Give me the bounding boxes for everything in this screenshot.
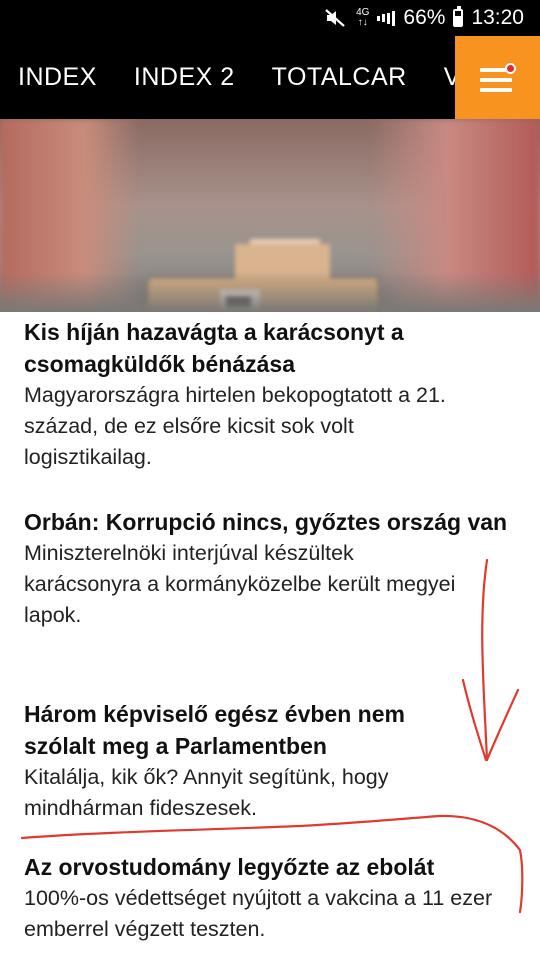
hero-image[interactable] <box>0 119 540 312</box>
red-arrow-head-left <box>461 678 488 762</box>
tab-totalcar[interactable]: TOTALCAR <box>272 63 407 92</box>
article-title[interactable]: Három képviselő egész évben nem szólalt … <box>24 698 454 762</box>
top-navigation: INDEX INDEX 2 TOTALCAR V <box>0 36 540 119</box>
signal-icon <box>377 10 396 26</box>
tab-index-2[interactable]: INDEX 2 <box>134 63 235 92</box>
clock: 13:20 <box>471 6 524 29</box>
article-lead: 100%-os védettséget nyújtott a vakcina a… <box>24 886 493 941</box>
mute-icon <box>324 8 346 28</box>
article-lead: Miniszterelnöki interjúval készültek kar… <box>24 541 456 627</box>
article-item[interactable]: Orbán: Korrupció nincs, győztes ország v… <box>24 506 507 631</box>
article-item[interactable]: Az orvostudomány legyőzte az ebolát 100%… <box>24 851 519 945</box>
battery-percent: 66% <box>403 6 446 29</box>
menu-button[interactable] <box>455 36 540 119</box>
article-lead: Kitalálja, kik ők? Annyit segítünk, hogy… <box>24 765 389 820</box>
nav-tabs: INDEX INDEX 2 TOTALCAR V <box>18 36 461 119</box>
article-lead: Magyarországra hirtelen bekopogtatott a … <box>24 383 446 469</box>
article-title[interactable]: Kis híján hazavágta a karácsonyt a csoma… <box>24 316 524 380</box>
tab-index[interactable]: INDEX <box>18 63 97 92</box>
article-title[interactable]: Orbán: Korrupció nincs, győztes ország v… <box>24 506 507 538</box>
notification-dot <box>505 63 516 74</box>
article-title[interactable]: Az orvostudomány legyőzte az ebolát <box>24 851 519 883</box>
red-arrow-head-right <box>485 688 520 762</box>
article-item[interactable]: Kis híján hazavágta a karácsonyt a csoma… <box>24 316 524 473</box>
battery-icon <box>453 6 464 27</box>
network-indicator: 4G ↑↓ <box>356 8 369 28</box>
article-item[interactable]: Három képviselő egész évben nem szólalt … <box>24 698 454 824</box>
network-arrows: ↑↓ <box>357 17 368 28</box>
status-bar: 4G ↑↓ 66% 13:20 <box>0 0 540 36</box>
